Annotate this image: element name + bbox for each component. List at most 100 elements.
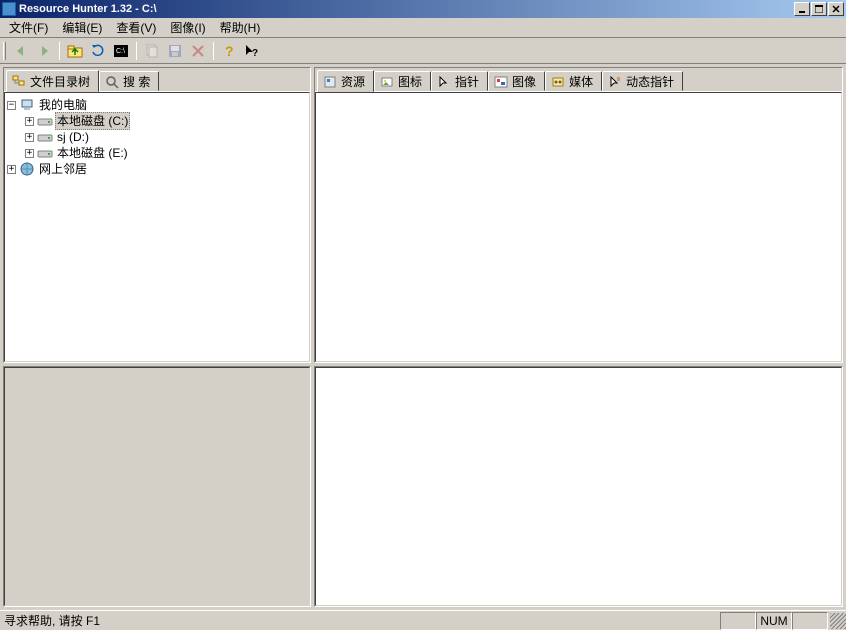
search-tab-icon [105,75,119,89]
resource-icon [323,75,337,89]
tab-icon[interactable]: 图标 [374,71,431,91]
expand-toggle[interactable]: + [25,117,34,126]
menu-image[interactable]: 图像(I) [163,17,212,38]
expand-toggle[interactable]: + [25,149,34,158]
media-icon [551,75,565,89]
minimize-icon [798,5,806,13]
toolbar-grip [3,42,6,60]
drive-icon [37,130,53,144]
computer-icon [19,98,35,112]
app-icon [2,2,16,16]
cmd-icon: C:\ [113,43,129,59]
refresh-icon [90,43,106,59]
expand-toggle[interactable]: + [25,133,34,142]
save-icon [167,43,183,59]
menu-edit[interactable]: 编辑(E) [55,17,109,38]
save-button[interactable] [164,40,186,62]
close-icon [832,5,840,13]
cursor-icon [437,75,451,89]
help-button[interactable]: ? [218,40,240,62]
left-tabstrip: 文件目录树 搜 索 [4,68,310,92]
tab-file-tree-label: 文件目录树 [30,73,90,90]
resource-list[interactable] [315,92,842,362]
menubar: 文件(F) 编辑(E) 查看(V) 图像(I) 帮助(H) [0,18,846,38]
drive-icon [37,146,53,160]
directory-tree: − 我的电脑 + 本地磁盘 (C:) + sj (D:) + 本 [5,93,309,181]
back-arrow-icon [13,43,29,59]
resize-grip[interactable] [830,613,846,629]
status-help-text: 寻求帮助, 请按 F1 [0,612,720,630]
folder-up-icon [67,43,83,59]
whats-this-button[interactable]: ? [241,40,263,62]
copy-icon [144,43,160,59]
tab-search-label: 搜 索 [123,73,150,90]
delete-button[interactable] [187,40,209,62]
back-button[interactable] [10,40,32,62]
tab-resource[interactable]: 资源 [317,70,374,92]
tree-node-network[interactable]: + 网上邻居 [7,161,307,177]
tree-label-drive-d: sj (D:) [55,129,91,145]
tab-cursor[interactable]: 指针 [431,71,488,91]
minimize-button[interactable] [794,2,810,16]
cmd-button[interactable]: C:\ [110,40,132,62]
tree-view[interactable]: − 我的电脑 + 本地磁盘 (C:) + sj (D:) + 本 [4,92,310,362]
tree-label-drive-c: 本地磁盘 (C:) [55,112,130,130]
tab-ani-cursor-label: 动态指针 [626,73,674,90]
tree-node-my-computer[interactable]: − 我的电脑 [7,97,307,113]
tab-cursor-label: 指针 [455,73,479,90]
tab-ani-cursor[interactable]: 动态指针 [602,71,683,91]
tree-tab-icon [12,75,26,89]
statusbar: 寻求帮助, 请按 F1 NUM [0,610,846,630]
info-pane [3,366,311,607]
tab-icon-label: 图标 [398,73,422,90]
tab-media[interactable]: 媒体 [545,71,602,91]
resource-pane: 资源 图标 指针 图像 媒体 动态指针 [314,67,843,363]
tab-search[interactable]: 搜 索 [99,71,159,91]
menu-file[interactable]: 文件(F) [2,17,55,38]
help-icon: ? [221,43,237,59]
svg-text:C:\: C:\ [116,48,125,55]
svg-text:?: ? [225,43,234,59]
network-icon [19,162,35,176]
ani-cursor-icon [608,75,622,89]
expand-toggle[interactable]: + [7,165,16,174]
tab-file-tree[interactable]: 文件目录树 [6,70,99,92]
folder-up-button[interactable] [64,40,86,62]
content-area: 文件目录树 搜 索 − 我的电脑 + 本地磁盘 (C:) [0,64,846,610]
status-num: NUM [756,612,792,630]
icon-tab-icon [380,75,394,89]
svg-text:?: ? [252,48,258,59]
tree-label-drive-e: 本地磁盘 (E:) [55,145,130,161]
toolbar-separator [213,42,214,60]
tree-node-drive-d[interactable]: + sj (D:) [7,129,307,145]
tree-label-network: 网上邻居 [37,161,89,177]
right-tabstrip: 资源 图标 指针 图像 媒体 动态指针 [315,68,842,92]
toolbar: C:\ ? ? [0,38,846,64]
window-title: Resource Hunter 1.32 - C:\ [19,3,794,15]
window-buttons [794,2,844,16]
whats-this-icon: ? [244,43,260,59]
drive-icon [37,114,53,128]
copy-button[interactable] [141,40,163,62]
delete-icon [190,43,206,59]
tab-media-label: 媒体 [569,73,593,90]
menu-view[interactable]: 查看(V) [109,17,163,38]
expand-toggle[interactable]: − [7,101,16,110]
forward-button[interactable] [33,40,55,62]
tab-image[interactable]: 图像 [488,71,545,91]
close-button[interactable] [828,2,844,16]
tree-node-drive-c[interactable]: + 本地磁盘 (C:) [7,113,307,129]
titlebar: Resource Hunter 1.32 - C:\ [0,0,846,18]
toolbar-separator [136,42,137,60]
refresh-button[interactable] [87,40,109,62]
status-empty-2 [792,612,828,630]
menu-help[interactable]: 帮助(H) [213,17,268,38]
preview-pane [314,366,843,607]
tab-image-label: 图像 [512,73,536,90]
tree-node-drive-e[interactable]: + 本地磁盘 (E:) [7,145,307,161]
maximize-button[interactable] [811,2,827,16]
toolbar-separator [59,42,60,60]
image-tab-icon [494,75,508,89]
info-view[interactable] [4,367,310,606]
preview-view[interactable] [315,367,842,606]
